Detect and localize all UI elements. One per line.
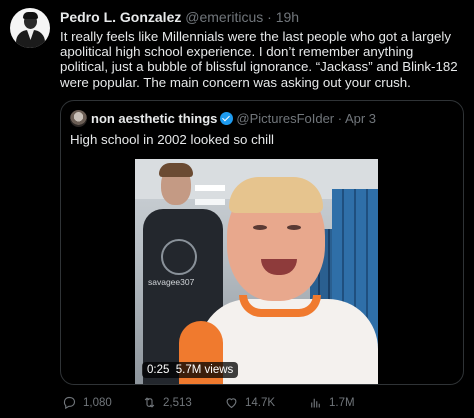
like-button[interactable]: 14.7K (224, 395, 275, 410)
tweet-header: Pedro L. Gonzalez @emeriticus · 19h (60, 9, 299, 25)
reply-count: 1,080 (83, 396, 112, 409)
author-meta[interactable]: @emeriticus · 19h (185, 9, 299, 25)
heart-icon (226, 398, 237, 409)
video-duration-views: 0:25 5.7M views (142, 362, 239, 378)
verified-badge-icon (220, 112, 234, 125)
quoted-author-name[interactable]: non aesthetic things (91, 111, 217, 126)
author-name[interactable]: Pedro L. Gonzalez (60, 9, 181, 25)
quoted-author-meta[interactable]: @PicturesFoIder · Apr 3 (236, 111, 376, 126)
quoted-tweet[interactable]: non aesthetic things @PicturesFoIder · Ap… (60, 100, 464, 385)
retweet-count: 2,513 (163, 396, 192, 409)
avatar-hair (23, 12, 38, 19)
retweet-icon (144, 397, 155, 408)
reply-button[interactable]: 1,080 (62, 395, 112, 410)
video-main-person-eye (287, 225, 301, 230)
video-player[interactable]: savagee307 0:25 5.7M views (135, 159, 378, 384)
reply-icon (63, 396, 76, 410)
video-main-person-hair (229, 177, 323, 213)
author-avatar[interactable] (10, 8, 50, 48)
like-count: 14.7K (245, 396, 276, 409)
views-count: 1.7M (329, 396, 355, 409)
video-duration: 0:25 (147, 364, 170, 376)
quoted-tweet-header: non aesthetic things @PicturesFoIder · Ap… (91, 110, 376, 126)
video-ceiling-light (195, 185, 225, 191)
video-background-person-hair (159, 163, 193, 177)
quoted-tweet-text: High school in 2002 looked so chill (70, 132, 275, 147)
video-main-person-eye (253, 225, 267, 230)
video-views: 5.7M views (175, 364, 234, 376)
retweet-button[interactable]: 2,513 (142, 395, 192, 410)
views-button[interactable]: 1.7M (308, 395, 355, 410)
tweet-text: It really feels like Millennials were th… (60, 29, 458, 90)
analytics-icon (311, 398, 320, 408)
quoted-author-avatar[interactable] (70, 110, 87, 127)
video-shirt-print (161, 239, 197, 275)
tweet-actions: 1,080 2,513 14.7K 1.7M (60, 395, 464, 413)
video-ceiling-light (195, 199, 225, 205)
video-watermark: savagee307 (148, 277, 195, 287)
